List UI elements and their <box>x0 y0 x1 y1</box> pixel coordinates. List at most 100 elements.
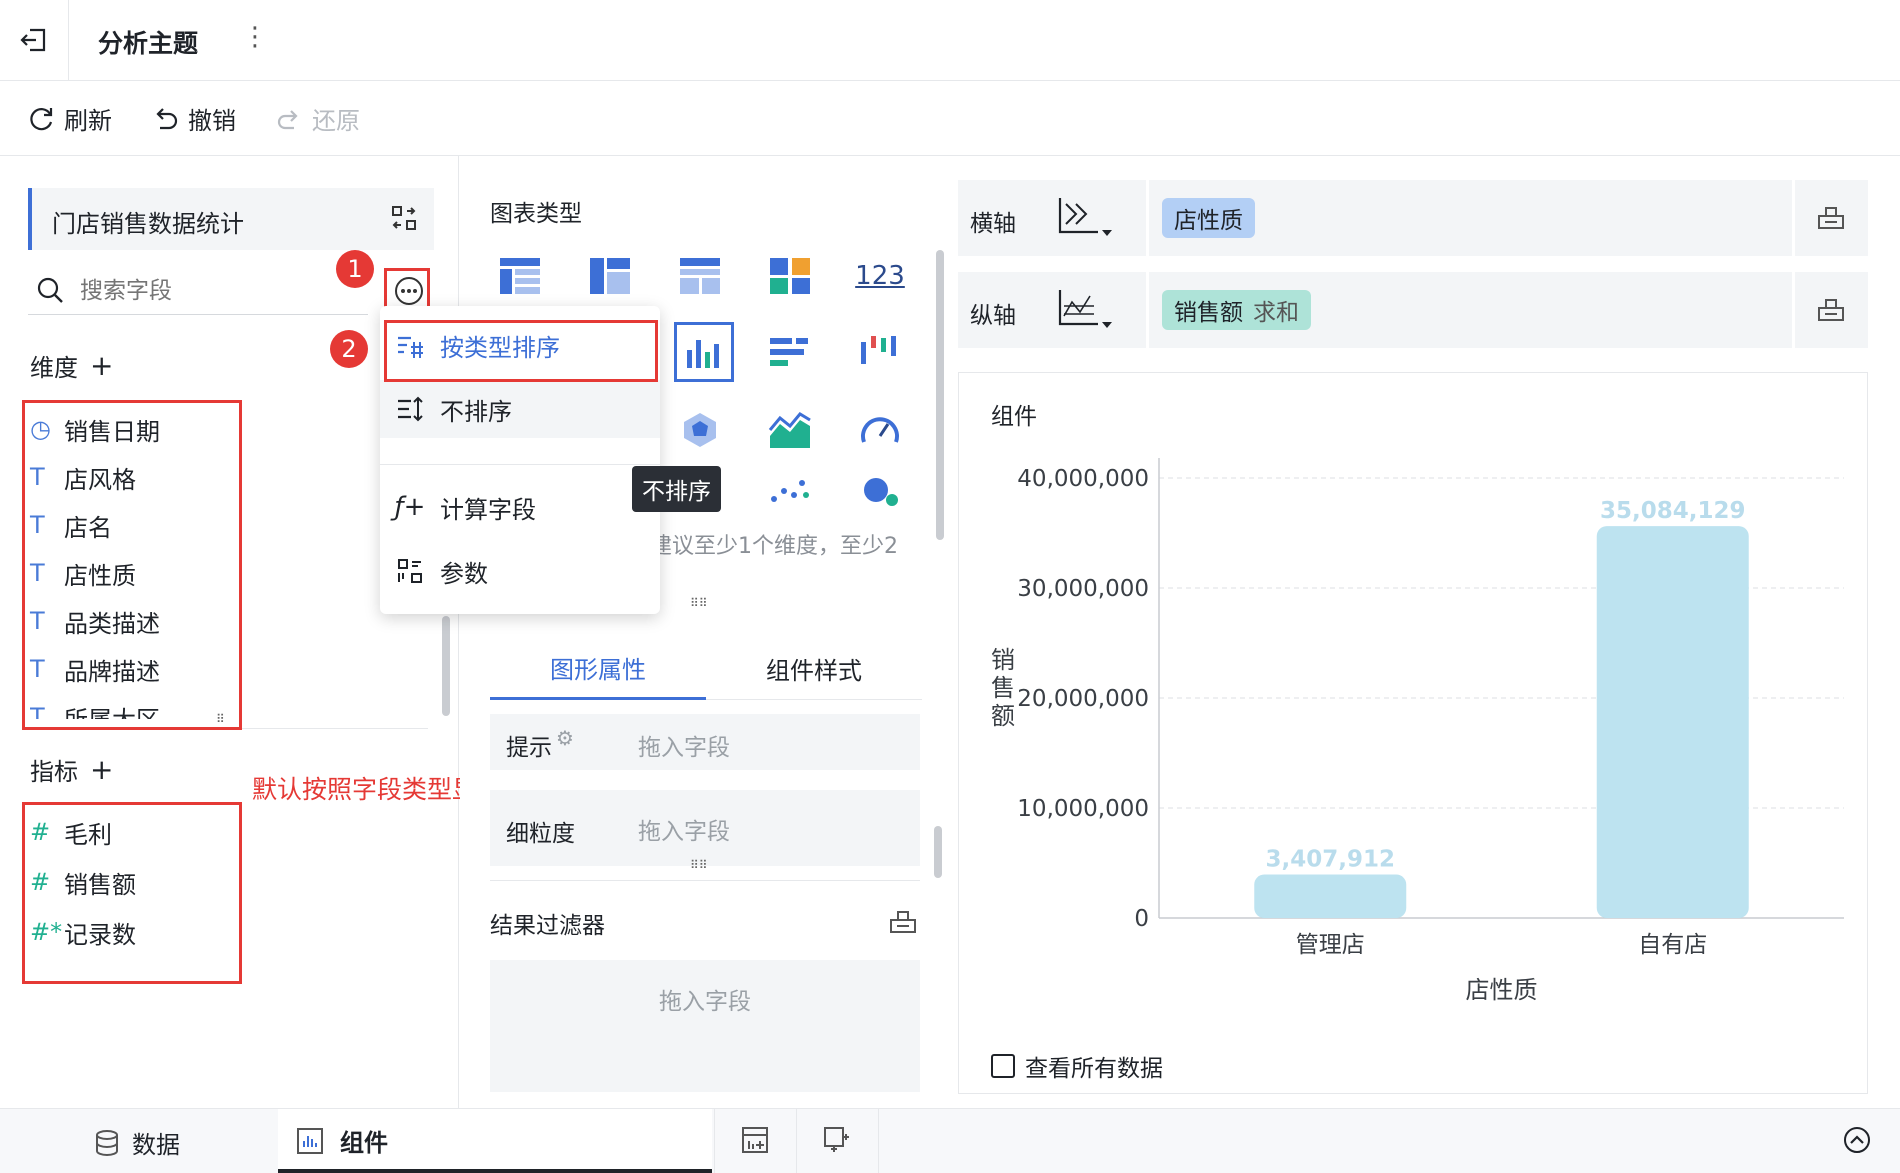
tooltip-drop-field[interactable]: 提示 ⚙ 拖入字段 <box>490 714 920 770</box>
x-axis-field-pill[interactable]: 店性质 <box>1162 198 1255 238</box>
scrollbar[interactable] <box>442 616 450 716</box>
chart-preview-area: 组件 0 10,000,000 20,000,000 30,000,000 40,000… <box>958 372 1868 1094</box>
y-tick-label: 40,000,000 <box>1017 466 1149 492</box>
x-tick-label: 管理店 <box>1296 932 1365 958</box>
bar <box>1254 874 1407 918</box>
chart-type-title: 图表类型 <box>490 201 582 227</box>
page-title: 分析主题 <box>98 29 199 58</box>
no-sort-tooltip: 不排序 <box>632 466 721 512</box>
x-axis-row: 横轴 店性质 <box>958 180 1868 256</box>
scrollbar[interactable] <box>936 250 944 540</box>
tab-component[interactable]: 组件 <box>278 1109 712 1173</box>
bar-value-label: 3,407,912 <box>1266 847 1396 873</box>
more-menu-button[interactable]: ⋮ <box>242 22 268 52</box>
map-chart-icon[interactable] <box>670 400 730 460</box>
redo-button[interactable]: 还原 <box>274 101 360 136</box>
menu-item-no-sort[interactable]: 不排序 <box>380 380 660 438</box>
view-all-data-checkbox[interactable]: 查看所有数据 <box>991 1049 1163 1083</box>
undo-button[interactable]: 撤销 <box>150 101 236 136</box>
divider <box>1146 272 1149 348</box>
search-box[interactable] <box>28 268 368 315</box>
measure-header: 指标 + <box>30 753 114 786</box>
parameter-icon <box>380 557 440 585</box>
dimension-header: 维度 + <box>30 349 114 382</box>
exit-icon[interactable] <box>18 24 50 56</box>
resize-handle[interactable]: ⠿⠿ <box>690 858 708 872</box>
add-measure-icon[interactable]: + <box>90 753 113 786</box>
step-badge-1: 1 <box>336 250 374 288</box>
divider <box>1146 180 1149 256</box>
y-axis-field-pill[interactable]: 销售额 求和 <box>1162 290 1311 330</box>
y-tick-label: 30,000,000 <box>1017 576 1149 602</box>
y-tick-label: 10,000,000 <box>1017 796 1149 822</box>
no-sort-icon <box>380 394 440 424</box>
crosstab-chart-icon[interactable] <box>580 246 640 306</box>
highlight-sort-by-type-box <box>384 320 658 382</box>
y-axis-title-char: 售 <box>991 674 1015 702</box>
dataset-header[interactable]: 门店销售数据统计 <box>28 188 434 250</box>
bar-chart: 0 10,000,000 20,000,000 30,000,000 40,000,00… <box>991 458 1844 1004</box>
x-axis-settings-icon[interactable] <box>1816 202 1846 232</box>
horizontal-bar-icon[interactable] <box>760 322 820 382</box>
redo-icon <box>274 104 304 134</box>
y-axis-settings-icon[interactable] <box>1816 294 1846 324</box>
scatter-chart-icon[interactable] <box>760 472 820 508</box>
chart-hint-text: 建议至少1个维度，至少2 <box>650 534 898 559</box>
y-axis-type-icon[interactable] <box>1054 286 1114 334</box>
menu-item-calculated-field[interactable]: ƒ+ 计算字段 <box>380 478 660 536</box>
granularity-drop-field[interactable]: 细粒度 拖入字段 <box>490 790 920 866</box>
bar-chart-icon-selected[interactable] <box>674 322 734 382</box>
kpi-number-icon[interactable]: 123 <box>850 246 910 306</box>
y-axis-title-char: 销 <box>991 646 1015 674</box>
waterfall-chart-icon[interactable] <box>850 322 910 382</box>
refresh-button[interactable]: 刷新 <box>26 101 112 136</box>
bar-value-label: 35,084,129 <box>1600 498 1746 524</box>
add-dimension-icon[interactable]: + <box>90 349 113 382</box>
divider <box>878 1109 879 1173</box>
bar <box>1596 526 1749 918</box>
y-axis-title-char: 额 <box>991 702 1015 730</box>
divider <box>796 1109 797 1173</box>
scrollbar[interactable] <box>934 826 942 878</box>
dataset-name: 门店销售数据统计 <box>52 210 244 238</box>
area-chart-icon[interactable] <box>760 400 820 460</box>
top-bar: 分析主题 ⋮ <box>0 0 1900 81</box>
dashboard-chart-icon[interactable] <box>760 246 820 306</box>
search-icon <box>36 276 66 306</box>
add-component-icon[interactable] <box>740 1125 770 1155</box>
x-axis-title: 店性质 <box>1466 976 1538 1004</box>
collapse-up-icon[interactable] <box>1842 1125 1872 1155</box>
gauge-chart-icon[interactable] <box>850 400 910 460</box>
x-tick-label: 自有店 <box>1638 932 1707 958</box>
divider <box>68 0 69 80</box>
table-chart-icon[interactable] <box>490 246 550 306</box>
divider <box>380 464 660 465</box>
y-axis-row: 纵轴 销售额 求和 <box>958 272 1868 348</box>
undo-icon <box>150 104 180 134</box>
divider <box>1792 180 1795 256</box>
tab-graph-properties[interactable]: 图形属性 <box>490 638 706 700</box>
menu-item-parameter[interactable]: 参数 <box>380 542 660 600</box>
y-tick-label: 0 <box>1134 906 1149 932</box>
bottom-tab-bar: 数据 组件 <box>0 1108 1900 1173</box>
divider <box>714 1109 715 1173</box>
detail-table-icon[interactable] <box>670 246 730 306</box>
resize-handle[interactable]: ⠿⠿ <box>690 596 708 610</box>
filter-drop-field[interactable]: 拖入字段 <box>490 960 920 1092</box>
switch-dataset-icon[interactable] <box>390 204 418 232</box>
toolbar: 刷新 撤销 还原 <box>0 81 1900 156</box>
x-axis-type-icon[interactable] <box>1054 194 1114 242</box>
chart-bar-icon <box>296 1127 324 1155</box>
formula-icon: ƒ+ <box>394 492 426 522</box>
tab-data[interactable]: 数据 <box>94 1125 180 1160</box>
bubble-chart-icon[interactable] <box>850 472 910 508</box>
search-input[interactable] <box>78 274 342 308</box>
add-dashboard-icon[interactable] <box>822 1125 852 1155</box>
tab-component-style[interactable]: 组件样式 <box>706 638 922 700</box>
settings-gear-icon[interactable]: ⚙ <box>556 726 574 750</box>
step-badge-2: 2 <box>330 330 368 368</box>
highlight-measure-box <box>22 802 242 984</box>
filter-settings-icon[interactable] <box>888 906 918 936</box>
checkbox-icon <box>991 1054 1015 1078</box>
refresh-icon <box>26 104 56 134</box>
